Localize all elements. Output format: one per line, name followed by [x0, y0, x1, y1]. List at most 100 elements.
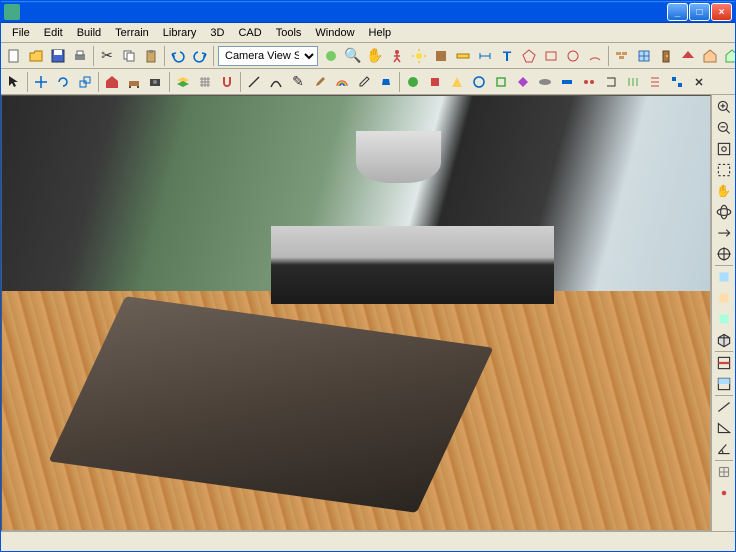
view-top-icon[interactable]: [714, 267, 734, 287]
dims-icon[interactable]: [474, 45, 496, 67]
tool-d-icon[interactable]: [468, 71, 490, 93]
zoom-in-icon[interactable]: [714, 97, 734, 117]
light-icon[interactable]: [408, 45, 430, 67]
menu-window[interactable]: Window: [308, 25, 361, 41]
brush-icon[interactable]: [309, 71, 331, 93]
view-iso-icon[interactable]: [714, 330, 734, 350]
camera-tool-icon[interactable]: [145, 71, 167, 93]
tool-a-icon[interactable]: [402, 71, 424, 93]
tool-e-icon[interactable]: [490, 71, 512, 93]
bucket-icon[interactable]: [375, 71, 397, 93]
grid-toggle-icon[interactable]: [714, 462, 734, 482]
toolbar-main: ✂ Camera View Set 🔍 ✋ T ✓ ?: [1, 43, 735, 69]
clip-icon[interactable]: [714, 374, 734, 394]
wall-icon[interactable]: [611, 45, 633, 67]
menu-terrain[interactable]: Terrain: [108, 25, 156, 41]
layers-icon[interactable]: [172, 71, 194, 93]
furniture-icon[interactable]: [123, 71, 145, 93]
close-button[interactable]: ×: [711, 3, 732, 21]
select-icon[interactable]: [3, 71, 25, 93]
viewport-3d[interactable]: [1, 95, 711, 531]
minimize-button[interactable]: _: [667, 3, 688, 21]
zoom-window-icon[interactable]: [714, 160, 734, 180]
measure-icon[interactable]: [452, 45, 474, 67]
tool-g-icon[interactable]: [534, 71, 556, 93]
circle-icon[interactable]: [562, 45, 584, 67]
roof-icon[interactable]: [677, 45, 699, 67]
undo-icon[interactable]: [167, 45, 189, 67]
render-icon[interactable]: [320, 45, 342, 67]
slope-icon[interactable]: [714, 397, 734, 417]
tool-n-icon[interactable]: [688, 71, 710, 93]
orbit-icon[interactable]: [714, 202, 734, 222]
tool-f-icon[interactable]: [512, 71, 534, 93]
open-icon[interactable]: [25, 45, 47, 67]
arc-icon[interactable]: [584, 45, 606, 67]
zoom-icon[interactable]: 🔍: [342, 45, 364, 67]
rise-icon[interactable]: [714, 418, 734, 438]
kitchen-scene: [2, 96, 710, 530]
menu-file[interactable]: File: [5, 25, 37, 41]
view-side-icon[interactable]: [714, 309, 734, 329]
walk-icon[interactable]: [386, 45, 408, 67]
menu-tools[interactable]: Tools: [269, 25, 309, 41]
menu-library[interactable]: Library: [156, 25, 204, 41]
rainbow-icon[interactable]: [331, 71, 353, 93]
tool-l-icon[interactable]: [644, 71, 666, 93]
move-icon[interactable]: [30, 71, 52, 93]
menu-edit[interactable]: Edit: [37, 25, 70, 41]
save-icon[interactable]: [47, 45, 69, 67]
print-icon[interactable]: [69, 45, 91, 67]
snap-toggle-icon[interactable]: [714, 483, 734, 503]
maximize-button[interactable]: □: [689, 3, 710, 21]
angle-icon[interactable]: [714, 439, 734, 459]
section-icon[interactable]: [714, 353, 734, 373]
text-icon[interactable]: T: [496, 45, 518, 67]
snap-icon[interactable]: [216, 71, 238, 93]
house-tool-icon[interactable]: [101, 71, 123, 93]
material-icon[interactable]: [430, 45, 452, 67]
copy-icon[interactable]: [118, 45, 140, 67]
fly-icon[interactable]: [714, 223, 734, 243]
pan-tool-icon[interactable]: ✋: [714, 181, 734, 201]
view-front-icon[interactable]: [714, 288, 734, 308]
new-icon[interactable]: [3, 45, 25, 67]
window-icon[interactable]: [633, 45, 655, 67]
house2-icon[interactable]: [721, 45, 735, 67]
tool-m-icon[interactable]: [666, 71, 688, 93]
rect-icon[interactable]: [540, 45, 562, 67]
zoom-fit-icon[interactable]: [714, 139, 734, 159]
tool-c-icon[interactable]: [446, 71, 468, 93]
house1-icon[interactable]: [699, 45, 721, 67]
statusbar: [1, 531, 735, 551]
tool-j-icon[interactable]: [600, 71, 622, 93]
curve-icon[interactable]: [265, 71, 287, 93]
tool-h-icon[interactable]: [556, 71, 578, 93]
pan-icon[interactable]: ✋: [364, 45, 386, 67]
pencil-icon[interactable]: ✎: [287, 71, 309, 93]
paste-icon[interactable]: [140, 45, 162, 67]
grid-icon[interactable]: [194, 71, 216, 93]
redo-icon[interactable]: [189, 45, 211, 67]
tool-i-icon[interactable]: [578, 71, 600, 93]
tool-b-icon[interactable]: [424, 71, 446, 93]
zoom-out-icon[interactable]: [714, 118, 734, 138]
menu-3d[interactable]: 3D: [203, 25, 231, 41]
camera-view-combo[interactable]: Camera View Set: [218, 46, 318, 66]
view-toolbar: ✋: [711, 95, 735, 531]
crosshair-icon[interactable]: [714, 244, 734, 264]
app-icon: [4, 4, 20, 20]
cut-icon[interactable]: ✂: [96, 45, 118, 67]
menubar: File Edit Build Terrain Library 3D CAD T…: [1, 23, 735, 43]
eyedrop-icon[interactable]: [353, 71, 375, 93]
toolbar-tools: ✎: [1, 69, 735, 95]
line-icon[interactable]: [243, 71, 265, 93]
rotate-icon[interactable]: [52, 71, 74, 93]
menu-build[interactable]: Build: [70, 25, 108, 41]
poly-icon[interactable]: [518, 45, 540, 67]
scale-icon[interactable]: [74, 71, 96, 93]
menu-help[interactable]: Help: [362, 25, 399, 41]
tool-k-icon[interactable]: [622, 71, 644, 93]
door-icon[interactable]: [655, 45, 677, 67]
menu-cad[interactable]: CAD: [231, 25, 268, 41]
